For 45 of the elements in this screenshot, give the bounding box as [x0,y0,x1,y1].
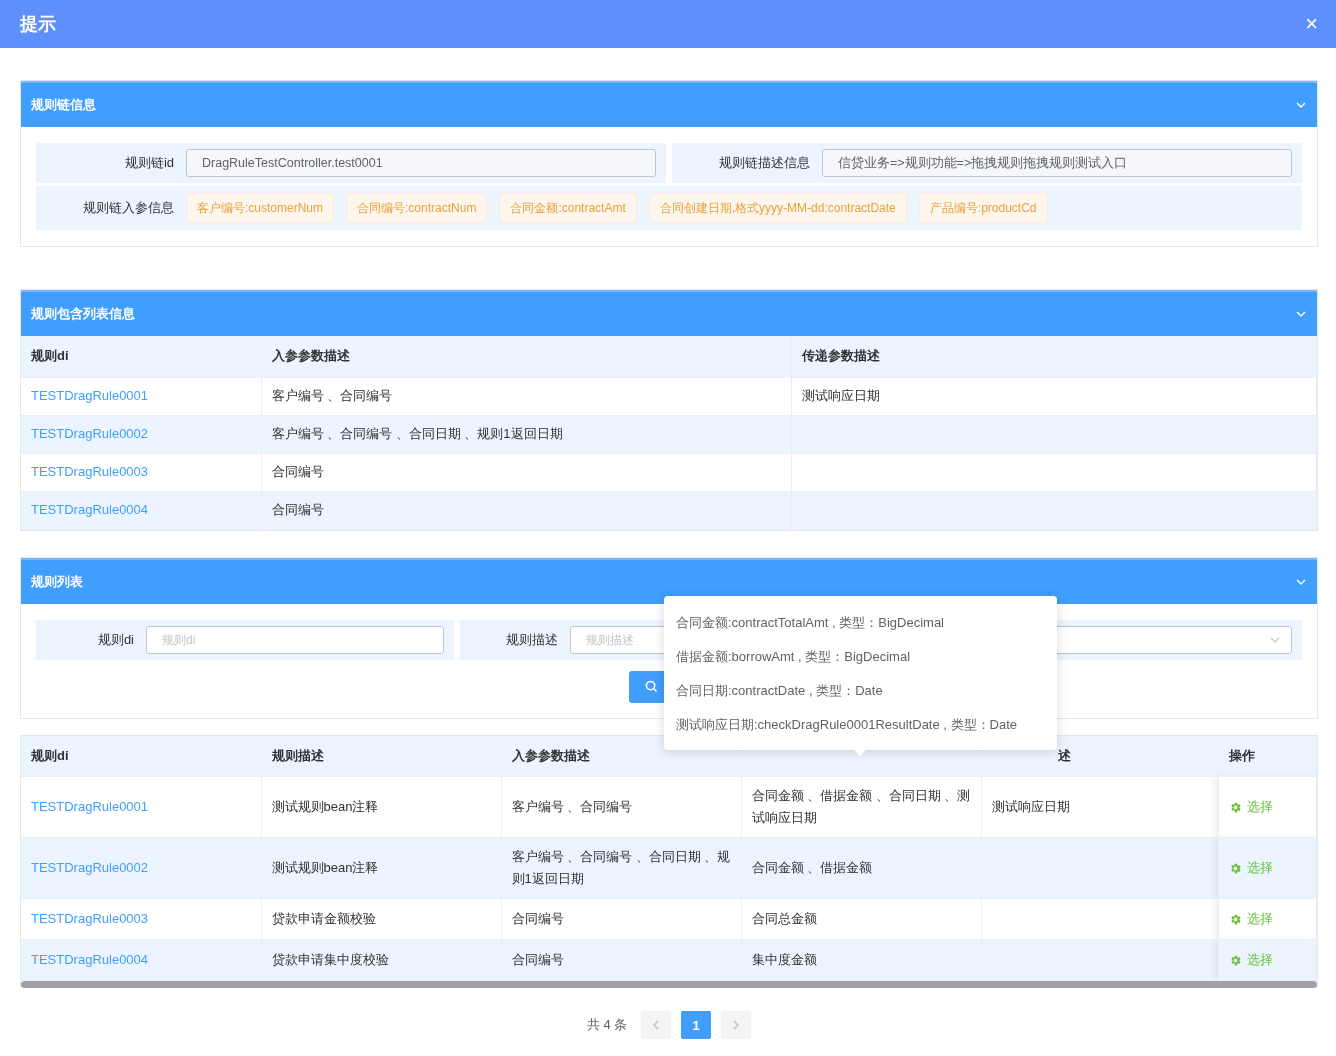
field-label: 规则链id [123,154,175,172]
table-cell: 合同编号 [271,464,324,479]
table-cell: 集中度金额 [751,952,817,967]
tooltip-line: 测试响应日期:checkDragRule0001ResultDate , 类型：Date [676,716,1018,734]
tooltip-line: 合同金额:contractTotalAmt , 类型：BigDecimal [676,614,945,632]
column-header: 规则di [31,747,69,763]
table-cell: 贷款申请金额校验 [271,911,376,926]
table-cell: 客户编号 、合同编号 [271,388,393,403]
column-header: 入参参数描述 [261,336,791,377]
param-tag: 合同创建日期,格式yyyy-MM-dd:contractDate [648,193,907,223]
panel-title: 规则列表 [31,572,83,591]
table-cell: 测试规则bean注释 [271,799,379,814]
table-cell: 合同金额 、借据金额 [751,860,873,875]
table-cell: 合同编号 [511,952,564,967]
table-cell: 测试响应日期 [801,388,880,403]
table-cell: 客户编号 、合同编号 、合同日期 、规则1返回日期 [511,849,731,886]
table-cell: 合同总金额 [751,911,817,926]
param-tag: 合同编号:contractNum [346,193,488,223]
panel-title: 规则包含列表信息 [31,305,135,323]
param-tag: 合同金额:contractAmt [499,193,637,223]
param-tag: 产品编号:productCd [918,193,1048,223]
total-count: 共 4 条 [586,1016,628,1034]
dialog-title: 提示 [20,13,56,36]
table-cell: 合同金额 、借据金额 、合同日期 、测试响应日期 [751,788,971,825]
table-cell: 测试规则bean注释 [271,860,379,875]
column-header: 规则di [21,336,261,377]
panel-title: 规则链信息 [31,96,96,114]
column-header: 传递参数描述 [791,336,1317,377]
table-cell: 合同编号 [271,502,324,517]
param-tag: 客户编号:customerNum [186,193,335,223]
column-header: 操作 [1228,747,1255,763]
tooltip-line: 合同日期:contractDate , 类型：Date [676,682,884,700]
table-cell: 测试响应日期 [991,799,1070,814]
tooltip-line: 借据金额:borrowAmt , 类型：BigDecimal [676,648,912,666]
table-cell: 客户编号 、合同编号 、合同日期 、规则1返回日期 [271,426,563,441]
column-header: 规则描述 [271,747,324,763]
field-label: 规则链入参信息 [82,199,175,217]
table-cell: 合同编号 [511,911,564,926]
column-header: 入参参数描述 [511,747,590,763]
column-header: 述 [1057,747,1071,763]
field-label: 规则描述 [505,630,559,649]
field-label: 规则di [96,630,135,649]
table-cell: 贷款申请集中度校验 [271,952,389,967]
table-cell: 客户编号 、合同编号 [511,799,633,814]
field-label: 规则链描述信息 [718,154,811,172]
